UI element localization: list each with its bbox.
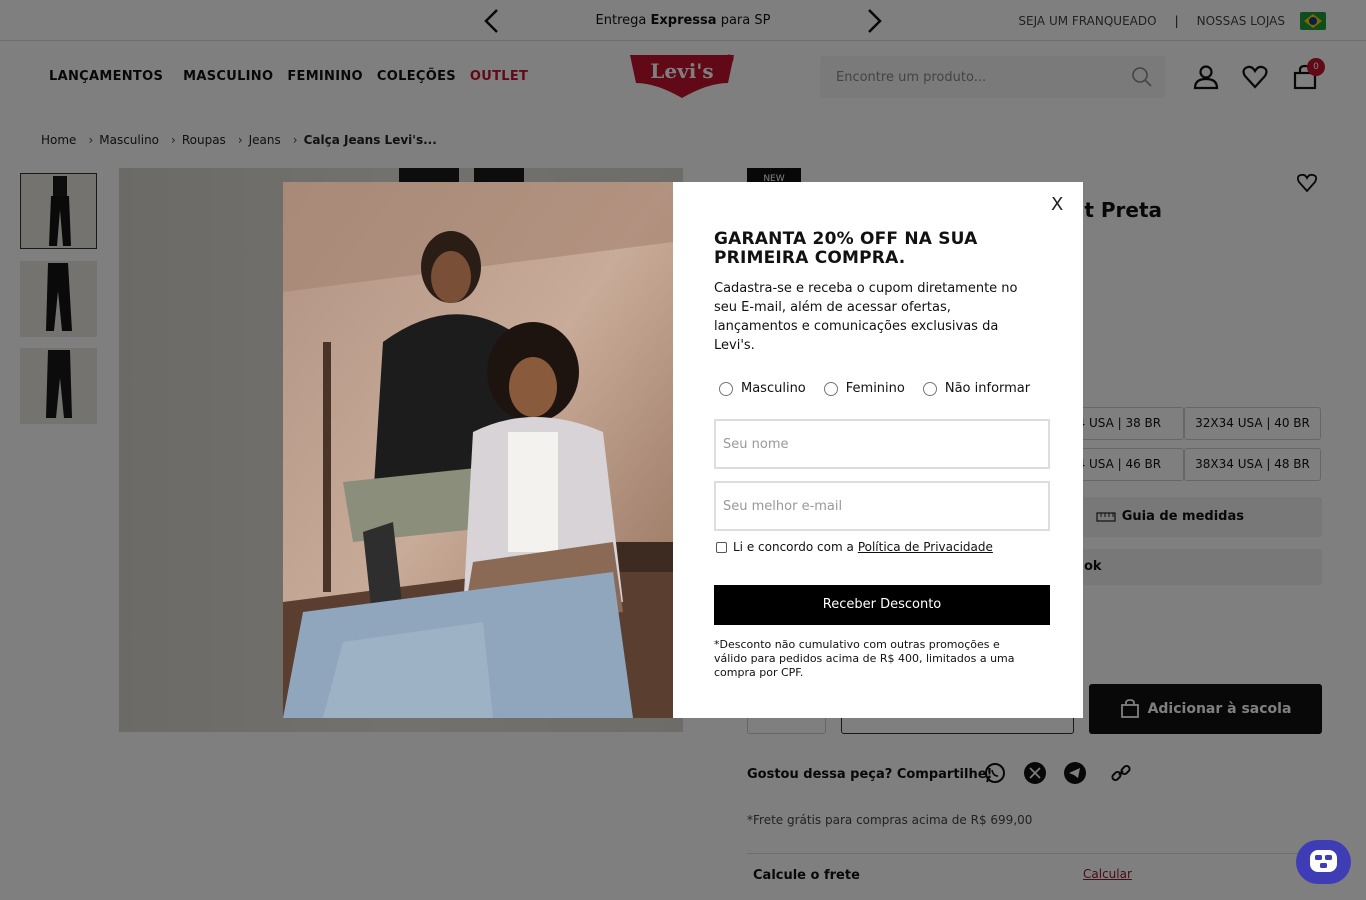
radio-label: Não informar <box>944 381 1031 396</box>
privacy-policy-link[interactable]: Política de Privacidade <box>858 540 993 554</box>
radio-nao-informar[interactable] <box>922 381 937 396</box>
gender-option-feminino[interactable]: Feminino <box>823 381 905 396</box>
promo-photo <box>283 182 673 718</box>
discount-disclaimer: *Desconto não cumulativo com outras prom… <box>714 638 1015 679</box>
get-discount-button[interactable]: Receber Desconto <box>714 585 1050 625</box>
close-button[interactable]: X <box>1051 194 1063 215</box>
gender-option-masculino[interactable]: Masculino <box>719 381 806 396</box>
signup-modal: X GARANTA 20% OFF NA SUA PRIMEIRA COMPRA… <box>283 182 1083 718</box>
chat-widget-button[interactable] <box>1296 840 1351 884</box>
chat-icon <box>1310 850 1337 872</box>
privacy-consent: Li e concordo com a Política de Privacid… <box>716 540 993 554</box>
email-field[interactable] <box>714 481 1050 531</box>
privacy-checkbox[interactable] <box>716 541 727 553</box>
radio-masculino[interactable] <box>719 381 733 396</box>
radio-feminino[interactable] <box>823 381 838 396</box>
gender-radio-group: Masculino Feminino Não informar <box>719 381 1048 396</box>
name-field[interactable] <box>714 419 1050 469</box>
modal-description: Cadastra-se e receba o cupom diretamente… <box>714 281 1018 353</box>
modal-title: GARANTA 20% OFF NA SUA PRIMEIRA COMPRA. <box>714 229 978 268</box>
radio-label: Masculino <box>741 381 806 396</box>
gender-option-nao-informar[interactable]: Não informar <box>922 381 1031 396</box>
consent-text: Li e concordo com a <box>733 540 854 554</box>
radio-label: Feminino <box>845 381 905 396</box>
